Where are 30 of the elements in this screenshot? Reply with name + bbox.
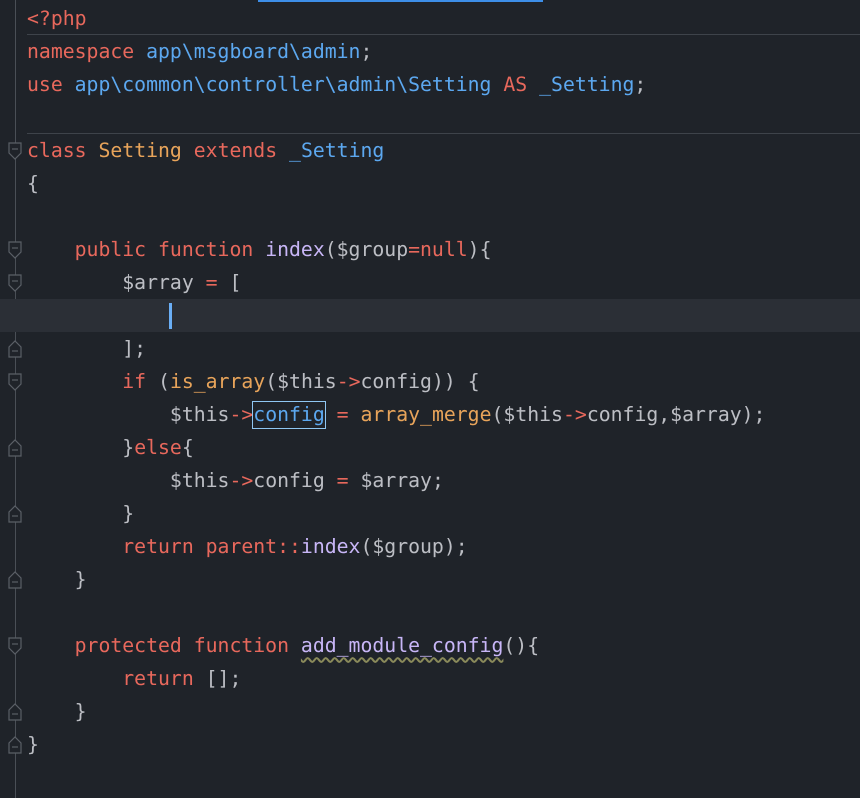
code-line: class Setting extends _Setting bbox=[27, 138, 384, 164]
code-line: $this->config = array_merge($this->config,$array); bbox=[27, 402, 766, 428]
code-line: use app\common\controller\admin\Setting AS _Setting; bbox=[27, 72, 646, 98]
fold-icon[interactable] bbox=[8, 372, 22, 390]
code-line: } bbox=[74, 566, 87, 592]
code-line: } bbox=[121, 500, 134, 526]
code-line: } bbox=[27, 732, 39, 758]
code-line: return []; bbox=[121, 666, 242, 692]
fold-icon[interactable] bbox=[8, 504, 22, 522]
code-line: public function index($group=null){ bbox=[74, 236, 492, 262]
code-line: { bbox=[27, 170, 39, 196]
code-line: $this->config = $array; bbox=[168, 468, 444, 494]
fold-icon[interactable] bbox=[8, 702, 22, 720]
fold-icon[interactable] bbox=[8, 570, 22, 588]
code-line: return parent::index($group); bbox=[121, 534, 468, 560]
fold-icon[interactable] bbox=[8, 240, 22, 258]
code-line: }else{ bbox=[121, 434, 194, 460]
code-line: $array = [ bbox=[121, 270, 242, 296]
code-line: ]; bbox=[121, 336, 146, 362]
fold-icon[interactable] bbox=[8, 274, 22, 292]
fold-icon[interactable] bbox=[8, 142, 22, 160]
fold-icon[interactable] bbox=[8, 736, 22, 754]
fold-icon[interactable] bbox=[8, 340, 22, 358]
fold-icon[interactable] bbox=[8, 438, 22, 456]
code-line: protected function add_module_config(){ bbox=[74, 632, 540, 658]
fold-icon[interactable] bbox=[8, 636, 22, 654]
code-line: <?php bbox=[27, 6, 87, 32]
code-line: if (is_array($this->config)) { bbox=[121, 368, 480, 394]
code-line: } bbox=[74, 698, 87, 724]
code-line: namespace app\msgboard\admin; bbox=[27, 38, 372, 64]
